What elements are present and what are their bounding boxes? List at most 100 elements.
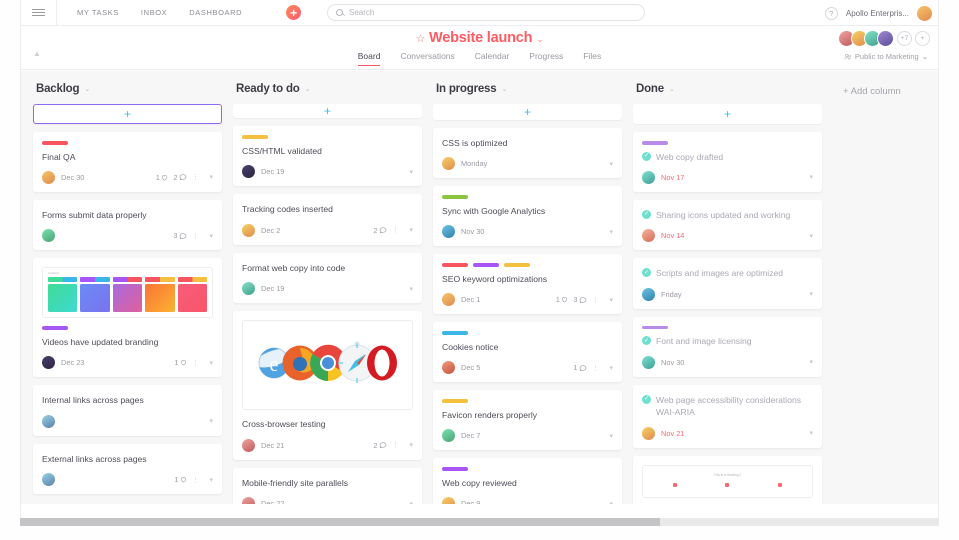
card-chevron-down-icon[interactable]: ▾ xyxy=(209,232,213,240)
card-comments[interactable]: 2 xyxy=(173,173,187,182)
avatar[interactable] xyxy=(442,361,455,375)
tab-files[interactable]: Files xyxy=(583,51,601,66)
task-card[interactable]: CSS/HTML validated Dec 19 ▾ xyxy=(233,126,422,187)
card-chevron-down-icon[interactable]: ▾ xyxy=(409,441,413,449)
card-menu-icon[interactable]: ⋮ xyxy=(392,441,400,449)
create-new-button[interactable]: + xyxy=(286,5,302,20)
task-card[interactable]: Favicon renders properly Dec 7 ▾ xyxy=(433,390,622,451)
task-card[interactable]: Format web copy into code Dec 19 ▾ xyxy=(233,252,422,304)
avatar[interactable] xyxy=(242,165,255,179)
card-chevron-down-icon[interactable]: ▾ xyxy=(209,173,213,181)
avatar[interactable] xyxy=(42,414,55,428)
card-menu-icon[interactable]: ⋮ xyxy=(192,359,200,367)
avatar[interactable] xyxy=(642,170,655,184)
task-card[interactable]: Sync with Google Analytics Nov 30 ▾ xyxy=(433,186,622,247)
horizontal-scrollbar-thumb[interactable] xyxy=(20,518,660,526)
tab-calendar[interactable]: Calendar xyxy=(475,51,510,66)
avatar[interactable] xyxy=(42,170,55,184)
card-likes[interactable]: 1 xyxy=(174,358,187,367)
column-chevron-down-icon[interactable]: ⌄ xyxy=(305,85,311,93)
project-privacy-selector[interactable]: Public to Marketing ⌄ xyxy=(844,52,928,61)
card-menu-icon[interactable]: ⋮ xyxy=(392,226,400,234)
task-card[interactable]: Font and image licensing Nov 30 ▾ xyxy=(633,316,822,377)
avatar[interactable] xyxy=(642,287,655,301)
avatar[interactable] xyxy=(42,473,55,487)
task-card[interactable]: e Cross-browser testing Dec 21 2 ⋮ ▾ xyxy=(233,311,422,460)
task-card[interactable]: Web copy drafted Nov 17 ▾ xyxy=(633,132,822,192)
organization-name[interactable]: Apollo Enterpris... xyxy=(846,9,909,18)
card-menu-icon[interactable]: ⋮ xyxy=(592,364,600,372)
card-chevron-down-icon[interactable]: ▾ xyxy=(809,358,813,366)
hamburger-menu-icon[interactable] xyxy=(21,0,57,26)
nav-link-inbox[interactable]: INBOX xyxy=(141,8,167,17)
avatar[interactable] xyxy=(442,293,455,307)
avatar[interactable] xyxy=(442,157,455,171)
task-card[interactable]: Final QA Dec 30 1 2 ⋮ ▾ xyxy=(33,132,222,192)
completed-check-icon[interactable] xyxy=(642,394,651,404)
task-card[interactable]: Web page accessibility considerations WA… xyxy=(633,384,822,448)
column-chevron-down-icon[interactable]: ⌄ xyxy=(501,85,507,93)
add-member-button[interactable]: + xyxy=(915,31,930,46)
search-input[interactable]: Search xyxy=(349,8,374,17)
card-chevron-down-icon[interactable]: ▾ xyxy=(409,285,413,293)
add-card-button[interactable]: + xyxy=(433,104,622,120)
completed-check-icon[interactable] xyxy=(642,151,651,161)
nav-link-my-tasks[interactable]: MY TASKS xyxy=(77,8,119,17)
task-card[interactable]: Cookies notice Dec 5 1 ⋮ ▾ xyxy=(433,322,622,383)
card-chevron-down-icon[interactable]: ▾ xyxy=(809,173,813,181)
members-overflow-count[interactable]: +7 xyxy=(897,31,912,46)
nav-link-dashboard[interactable]: DASHBOARD xyxy=(189,8,242,17)
card-menu-icon[interactable]: ⋮ xyxy=(192,232,200,240)
card-chevron-down-icon[interactable]: ▾ xyxy=(209,417,213,425)
card-chevron-down-icon[interactable]: ▾ xyxy=(409,168,413,176)
card-chevron-down-icon[interactable]: ▾ xyxy=(609,296,613,304)
star-outline-icon[interactable]: ☆ xyxy=(416,33,426,45)
search-box[interactable]: Search xyxy=(327,4,645,21)
card-chevron-down-icon[interactable]: ▾ xyxy=(209,359,213,367)
add-card-button[interactable]: + xyxy=(33,104,222,124)
avatar[interactable] xyxy=(442,225,455,239)
card-comments[interactable]: 2 xyxy=(373,441,387,450)
column-chevron-down-icon[interactable]: ⌄ xyxy=(669,85,675,93)
card-likes[interactable]: 1 xyxy=(556,295,569,304)
task-card[interactable]: SEO keyword optimizations Dec 1 1 3 ⋮ ▾ xyxy=(433,254,622,315)
task-card[interactable]: Scripts and images are optimized Friday … xyxy=(633,258,822,309)
card-comments[interactable]: 3 xyxy=(573,295,587,304)
completed-check-icon[interactable] xyxy=(642,268,651,278)
task-card[interactable]: Sharing icons updated and working Nov 14… xyxy=(633,199,822,251)
card-chevron-down-icon[interactable]: ▾ xyxy=(409,226,413,234)
card-chevron-down-icon[interactable]: ▾ xyxy=(609,432,613,440)
card-menu-icon[interactable]: ⋮ xyxy=(192,173,200,181)
tab-progress[interactable]: Progress xyxy=(529,51,563,66)
tab-conversations[interactable]: Conversations xyxy=(400,51,454,66)
avatar-current-user[interactable] xyxy=(917,5,932,21)
task-card[interactable]: Forms submit data properly 3 ⋮ ▾ xyxy=(33,199,222,251)
avatar[interactable] xyxy=(642,229,655,243)
avatar[interactable] xyxy=(242,223,255,237)
avatar[interactable] xyxy=(242,438,255,452)
horizontal-scrollbar-track[interactable] xyxy=(20,518,939,526)
add-column-button[interactable]: + Add column xyxy=(833,83,901,518)
project-menu-chevron-down-icon[interactable]: ⌄ xyxy=(536,34,544,44)
completed-check-icon[interactable] xyxy=(642,209,651,219)
card-chevron-down-icon[interactable]: ▾ xyxy=(609,228,613,236)
card-menu-icon[interactable]: ⋮ xyxy=(192,476,200,484)
tab-board[interactable]: Board xyxy=(357,51,381,66)
card-likes[interactable]: 1 xyxy=(156,173,169,182)
avatar[interactable] xyxy=(877,30,894,47)
card-comments[interactable]: 1 xyxy=(573,363,587,372)
card-chevron-down-icon[interactable]: ▾ xyxy=(809,290,813,298)
card-chevron-down-icon[interactable]: ▾ xyxy=(809,429,813,437)
avatar[interactable] xyxy=(642,355,655,369)
card-comments[interactable]: 2 xyxy=(373,226,387,235)
card-likes[interactable]: 1 xyxy=(174,475,187,484)
card-chevron-down-icon[interactable]: ▾ xyxy=(809,232,813,240)
avatar[interactable] xyxy=(42,229,55,243)
card-chevron-down-icon[interactable]: ▾ xyxy=(209,476,213,484)
card-chevron-down-icon[interactable]: ▾ xyxy=(609,364,613,372)
add-card-button[interactable]: + xyxy=(633,104,822,124)
task-card[interactable]: CSS is optimized Monday ▾ xyxy=(433,127,622,179)
add-card-button[interactable]: + xyxy=(233,104,422,119)
avatar[interactable] xyxy=(42,356,55,370)
task-card[interactable]: Tracking codes inserted Dec 2 2 ⋮ ▾ xyxy=(233,194,422,245)
